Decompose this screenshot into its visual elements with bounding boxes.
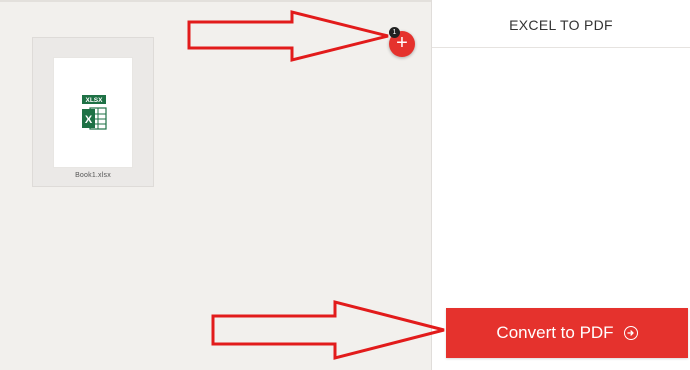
file-workspace: XLSX X Book1.xlsx + 1 [0,0,431,370]
file-card[interactable]: XLSX X Book1.xlsx [32,37,154,187]
arrow-right-circle-icon [623,326,638,340]
xlsx-file-icon: XLSX X [82,95,107,130]
convert-button-label: Convert to PDF [496,323,614,342]
file-type-label: XLSX [86,97,104,104]
file-name: Book1.xlsx [75,172,111,179]
convert-to-pdf-button[interactable]: Convert to PDF [446,308,688,358]
top-divider [0,0,431,2]
sidebar-title: EXCEL TO PDF [432,0,690,48]
file-thumbnail: XLSX X [53,57,133,168]
add-files-control: + 1 [389,27,417,57]
svg-text:X: X [85,114,93,126]
file-count-badge: 1 [389,27,400,38]
options-sidebar: EXCEL TO PDF Convert to PDF [431,0,690,370]
